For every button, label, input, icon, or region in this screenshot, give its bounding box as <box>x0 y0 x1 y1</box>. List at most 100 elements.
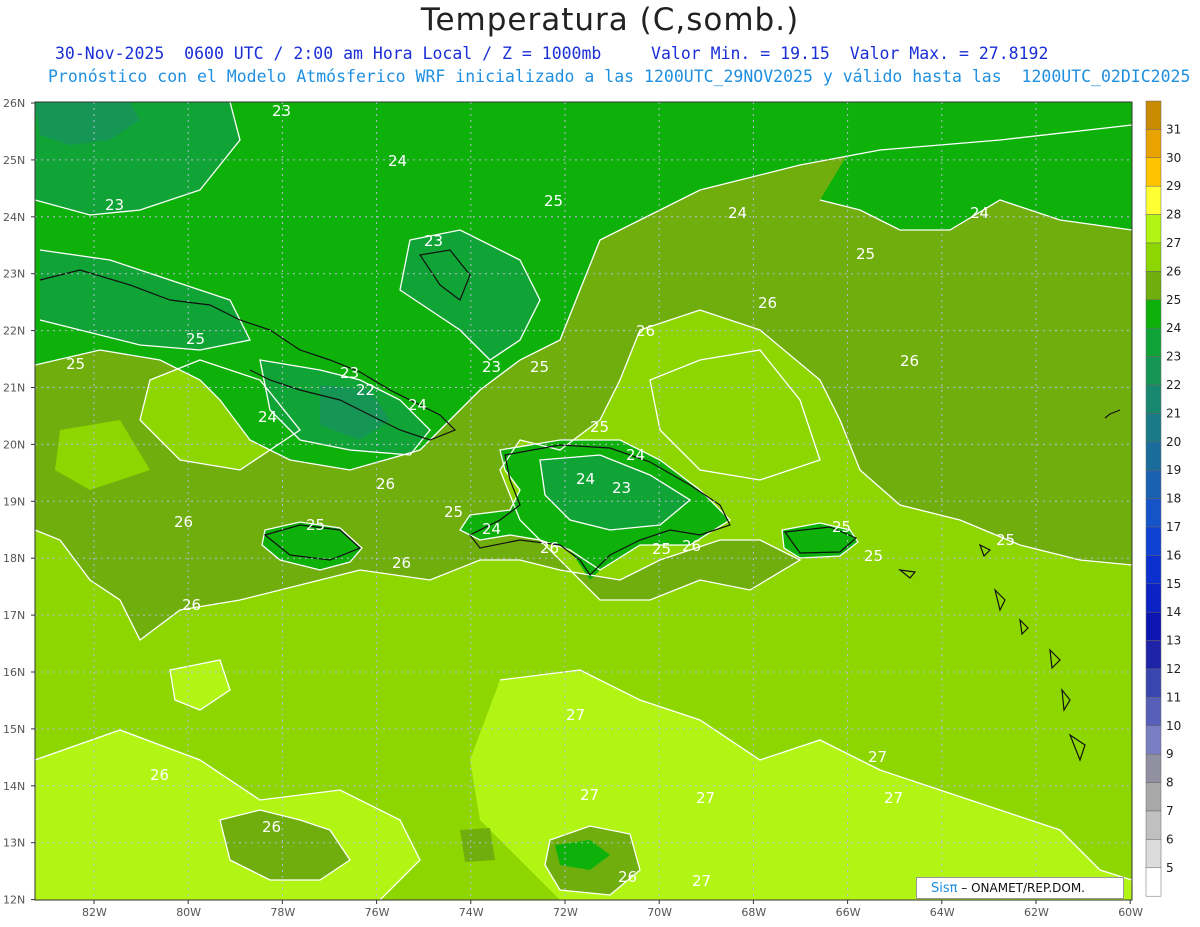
lon-label: 72W <box>553 906 578 919</box>
contour-label: 25 <box>996 531 1015 549</box>
colorbar-swatch <box>1145 867 1162 897</box>
contour-label: 22 <box>356 381 375 399</box>
contour-label: 26 <box>392 554 411 572</box>
contour-label: 27 <box>696 789 715 807</box>
contour-label: 24 <box>258 408 277 426</box>
colorbar-swatch <box>1145 356 1162 386</box>
colorbar-label: 25 <box>1166 293 1181 307</box>
colorbar-label: 29 <box>1166 179 1181 193</box>
contour-label: 24 <box>482 520 501 538</box>
colorbar-label: 15 <box>1166 577 1181 591</box>
lat-label: 17N <box>3 609 25 622</box>
colorbar-swatch <box>1145 214 1162 244</box>
contour-label: 25 <box>856 245 875 263</box>
lon-label: 64W <box>930 906 955 919</box>
contour-label: 23 <box>424 232 443 250</box>
lat-label: 13N <box>3 837 25 850</box>
colorbar-swatch <box>1145 697 1162 727</box>
colorbar-label: 16 <box>1166 548 1181 562</box>
colorbar-label: 18 <box>1166 492 1181 506</box>
colorbar-swatch <box>1145 583 1162 613</box>
contour-label: 26 <box>150 766 169 784</box>
colorbar-swatch <box>1145 299 1162 329</box>
contour-label: 27 <box>580 786 599 804</box>
contour-label: 25 <box>864 547 883 565</box>
colorbar-swatch <box>1145 327 1162 357</box>
colorbar-swatch <box>1145 469 1162 499</box>
colorbar-label: 12 <box>1166 662 1181 676</box>
colorbar-label: 27 <box>1166 236 1181 250</box>
lon-label: 70W <box>647 906 672 919</box>
colorbar-swatch <box>1145 157 1162 187</box>
contour-label: 27 <box>884 789 903 807</box>
contour-label: 23 <box>272 102 291 120</box>
lon-label: 66W <box>836 906 861 919</box>
contour-label: 25 <box>306 516 325 534</box>
contour-label: 25 <box>66 355 85 373</box>
contour-label: 25 <box>186 330 205 348</box>
longitude-labels: 82W 80W 78W 76W 74W 72W 70W 68W 66W 64W 62W 60W <box>82 900 1143 919</box>
contour-label: 26 <box>174 513 193 531</box>
colorbar-swatch <box>1145 129 1162 159</box>
colorbar-label: 11 <box>1166 690 1181 704</box>
lat-label: 15N <box>3 723 25 736</box>
contour-label: 24 <box>970 204 989 222</box>
lon-label: 80W <box>176 906 201 919</box>
contour-label: 23 <box>105 196 124 214</box>
colorbar-label: 23 <box>1166 350 1181 364</box>
colorbar-swatch <box>1145 526 1162 556</box>
lat-label: 21N <box>3 382 25 395</box>
colorbar-swatch <box>1145 668 1162 698</box>
lat-label: 20N <box>3 438 25 451</box>
lon-label: 74W <box>459 906 484 919</box>
contour-label: 23 <box>612 479 631 497</box>
contour-label: 24 <box>576 470 595 488</box>
contour-label: 27 <box>692 872 711 890</box>
colorbar-swatch <box>1145 242 1162 272</box>
colorbar-label: 8 <box>1166 776 1174 790</box>
colorbar-label: 5 <box>1166 861 1174 875</box>
colorbar-label: 24 <box>1166 321 1181 335</box>
lat-label: 16N <box>3 666 25 679</box>
lat-label: 26N <box>3 97 25 110</box>
contour-label: 25 <box>832 518 851 536</box>
colorbar-swatch <box>1145 640 1162 670</box>
colorbar-label: 7 <box>1166 804 1174 818</box>
colorbar-swatch <box>1145 839 1162 869</box>
colorbar-label: 26 <box>1166 264 1181 278</box>
colorbar-swatch <box>1145 100 1162 130</box>
colorbar-label: 19 <box>1166 463 1181 477</box>
colorbar: 31 30 29 28 27 26 25 24 23 22 21 20 19 18 17 16 15 14 13 12… <box>1145 100 1181 897</box>
colorbar-swatch <box>1145 271 1162 301</box>
colorbar-label: 9 <box>1166 747 1174 761</box>
lon-label: 68W <box>741 906 766 919</box>
colorbar-label: 21 <box>1166 406 1181 420</box>
colorbar-swatch <box>1145 555 1162 585</box>
contour-label: 27 <box>566 706 585 724</box>
contour-label: 23 <box>340 364 359 382</box>
colorbar-label: 13 <box>1166 634 1181 648</box>
contour-label: 25 <box>544 192 563 210</box>
colorbar-swatch <box>1145 782 1162 812</box>
lon-label: 76W <box>365 906 390 919</box>
lon-label: 82W <box>82 906 107 919</box>
colorbar-label: 17 <box>1166 520 1181 534</box>
credit-text: – ONAMET/REP.DOM. <box>957 881 1085 895</box>
contour-label: 26 <box>636 322 655 340</box>
lat-label: 23N <box>3 268 25 281</box>
shaded-field <box>35 102 1132 900</box>
colorbar-swatch <box>1145 810 1162 840</box>
contour-label: 26 <box>376 475 395 493</box>
contour-label: 24 <box>408 396 427 414</box>
colorbar-label: 14 <box>1166 605 1181 619</box>
contour-label: 25 <box>652 540 671 558</box>
contour-label: 25 <box>590 418 609 436</box>
contour-label: 26 <box>540 539 559 557</box>
lat-label: 19N <box>3 495 25 508</box>
colorbar-swatch <box>1145 441 1162 471</box>
colorbar-swatch <box>1145 498 1162 528</box>
credit-box: Sisπ – ONAMET/REP.DOM. <box>916 877 1124 899</box>
lat-label: 12N <box>3 894 25 907</box>
colorbar-label: 20 <box>1166 435 1181 449</box>
contour-label: 26 <box>618 868 637 886</box>
